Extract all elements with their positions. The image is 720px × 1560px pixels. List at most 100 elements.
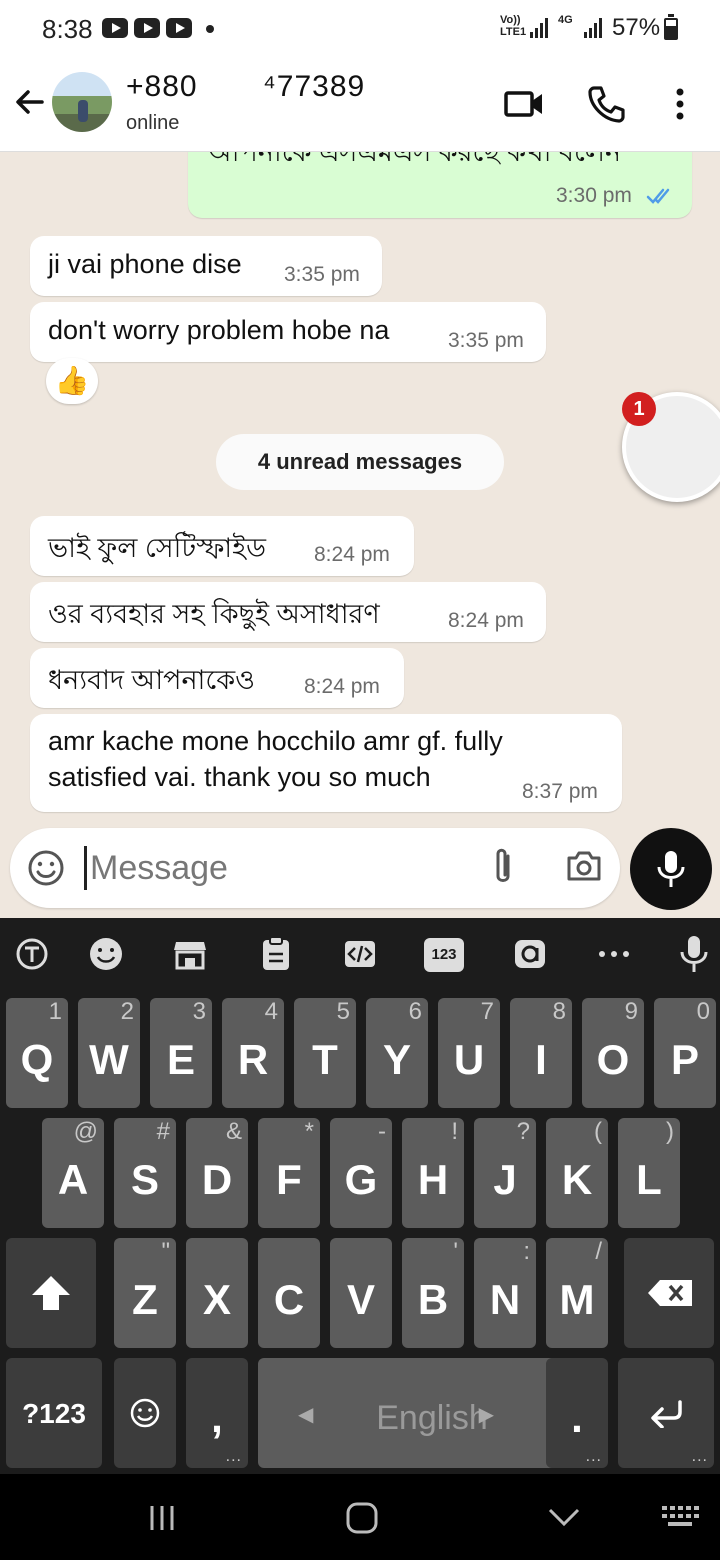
clipboard-icon[interactable] xyxy=(256,934,296,974)
key-hint: @ xyxy=(73,1118,98,1145)
message-time: 3:30 pm xyxy=(556,184,632,207)
code-icon[interactable] xyxy=(340,934,380,974)
shift-key[interactable] xyxy=(6,1238,96,1348)
key-a[interactable]: @ A xyxy=(42,1118,104,1228)
message-bubble-incoming[interactable]: ওর ব্যবহার সহ কিছুই অসাধারণ 8:24 pm xyxy=(30,582,546,642)
home-icon[interactable] xyxy=(340,1496,384,1540)
key-w[interactable]: 2W xyxy=(78,998,140,1108)
contact-status: online xyxy=(126,112,180,134)
video-call-icon[interactable] xyxy=(502,82,546,126)
keyboard-switch-icon[interactable] xyxy=(658,1496,702,1540)
key-i[interactable]: 8I xyxy=(510,998,572,1108)
emoji-icon[interactable] xyxy=(86,934,126,974)
contact-avatar[interactable] xyxy=(52,72,112,132)
key-o[interactable]: 9O xyxy=(582,998,644,1108)
message-bubble-incoming[interactable]: amr kache mone hocchilo amr gf. fully sa… xyxy=(30,714,622,812)
key-f[interactable]: * F xyxy=(258,1118,320,1228)
key-m[interactable]: / M xyxy=(546,1238,608,1348)
key-label: W xyxy=(89,1036,129,1083)
chat-header: +880 ⁴77389 online xyxy=(0,56,720,152)
hide-keyboard-icon[interactable] xyxy=(542,1496,586,1540)
comma-key[interactable]: , ... xyxy=(186,1358,248,1468)
key-label: M xyxy=(559,1276,595,1323)
key-z[interactable]: " Z xyxy=(114,1238,176,1348)
chat-area[interactable]: আপনাকে এসএমএস করছে কথা বলেন 3:30 pm ji v… xyxy=(0,152,720,918)
key-hint: & xyxy=(225,1118,242,1145)
more-icon[interactable] xyxy=(594,934,634,974)
recent-apps-icon[interactable] xyxy=(140,1496,184,1540)
translate-icon[interactable] xyxy=(12,934,52,974)
key-n[interactable]: :N xyxy=(474,1238,536,1348)
message-time: 3:35 pm xyxy=(448,329,524,352)
message-bubble-incoming[interactable]: ji vai phone dise 3:35 pm xyxy=(30,236,382,296)
key-hint: 3 xyxy=(192,998,206,1025)
volte-indicator: Vo)) LTE1 xyxy=(500,14,527,38)
message-bubble-incoming[interactable]: ধন্যবাদ আপনাকেও 8:24 pm xyxy=(30,648,404,708)
key-label: Y xyxy=(382,1036,411,1083)
voice-input-icon[interactable] xyxy=(674,934,714,974)
message-composer xyxy=(10,828,620,908)
enter-key[interactable]: ... xyxy=(618,1358,714,1468)
key-v[interactable]: V xyxy=(330,1238,392,1348)
shift-icon xyxy=(32,1276,70,1310)
backspace-key[interactable] xyxy=(624,1238,714,1348)
key-hint: 9 xyxy=(624,998,638,1025)
key-label: H xyxy=(417,1156,449,1203)
key-label: E xyxy=(166,1036,195,1083)
youtube-notification-icon xyxy=(102,18,128,38)
more-options-icon[interactable] xyxy=(658,82,702,126)
message-text: don't worry problem hobe na xyxy=(48,315,390,345)
key-s[interactable]: # S xyxy=(114,1118,176,1228)
key-p[interactable]: 0P xyxy=(654,998,716,1108)
more-chars-indicator: ... xyxy=(225,1448,242,1465)
voice-message-button[interactable] xyxy=(630,828,712,910)
keyboard: 123 1Q 2W 3E 4R 5T 6Y 7U 8I 9O 0P @ A # S … xyxy=(0,918,720,1474)
status-bar: 8:38 Vo)) LTE1 4G 57% xyxy=(0,0,720,56)
key-x[interactable]: X xyxy=(186,1238,248,1348)
key-g[interactable]: -G xyxy=(330,1118,392,1228)
message-bubble-incoming[interactable]: ভাই ফুল সেটিস্ফাইড 8:24 pm xyxy=(30,516,414,576)
reaction-thumbs-up[interactable]: 👍 xyxy=(46,358,98,404)
attachment-icon[interactable] xyxy=(488,846,518,890)
key-r[interactable]: 4R xyxy=(222,998,284,1108)
period-key[interactable]: . ... xyxy=(546,1358,608,1468)
key-label: C xyxy=(273,1276,305,1323)
key-hint: ( xyxy=(594,1118,602,1145)
key-label: I xyxy=(535,1036,547,1083)
message-input[interactable] xyxy=(90,842,470,894)
key-hint: # xyxy=(156,1118,170,1145)
numpad-icon[interactable]: 123 xyxy=(424,938,464,972)
key-c[interactable]: C xyxy=(258,1238,320,1348)
key-t[interactable]: 5T xyxy=(294,998,356,1108)
key-d[interactable]: & D xyxy=(186,1118,248,1228)
symbols-key[interactable]: ?123 xyxy=(6,1358,102,1468)
message-bubble-outgoing[interactable]: আপনাকে এসএমএস করছে কথা বলেন 3:30 pm xyxy=(188,152,692,218)
back-arrow-icon[interactable] xyxy=(12,84,48,120)
key-q[interactable]: 1Q xyxy=(6,998,68,1108)
key-k[interactable]: (K xyxy=(546,1118,608,1228)
key-y[interactable]: 6Y xyxy=(366,998,428,1108)
key-label: J xyxy=(493,1156,517,1203)
emoji-key[interactable] xyxy=(114,1358,176,1468)
contact-name[interactable]: +880 ⁴77389 xyxy=(126,70,365,104)
key-l[interactable]: ) L xyxy=(618,1118,680,1228)
key-j[interactable]: ? J xyxy=(474,1118,536,1228)
key-label: R xyxy=(237,1036,269,1083)
grammar-icon[interactable] xyxy=(510,934,550,974)
camera-icon[interactable] xyxy=(564,846,604,886)
key-hint: ? xyxy=(516,1118,530,1145)
message-bubble-incoming[interactable]: don't worry problem hobe na 3:35 pm xyxy=(30,302,546,362)
message-time: 8:24 pm xyxy=(448,609,524,632)
key-e[interactable]: 3E xyxy=(150,998,212,1108)
key-label: . xyxy=(571,1394,583,1441)
message-text: ধন্যবাদ আপনাকেও xyxy=(48,665,255,695)
key-label: K xyxy=(561,1156,593,1203)
key-b[interactable]: ' B xyxy=(402,1238,464,1348)
key-u[interactable]: 7U xyxy=(438,998,500,1108)
battery-icon xyxy=(664,14,678,40)
sticker-emoji-icon[interactable] xyxy=(26,848,66,888)
message-text: amr kache mone hocchilo amr gf. fully xyxy=(48,726,503,756)
sticker-store-icon[interactable] xyxy=(170,934,210,974)
voice-call-icon[interactable] xyxy=(584,82,628,126)
key-h[interactable]: ! H xyxy=(402,1118,464,1228)
